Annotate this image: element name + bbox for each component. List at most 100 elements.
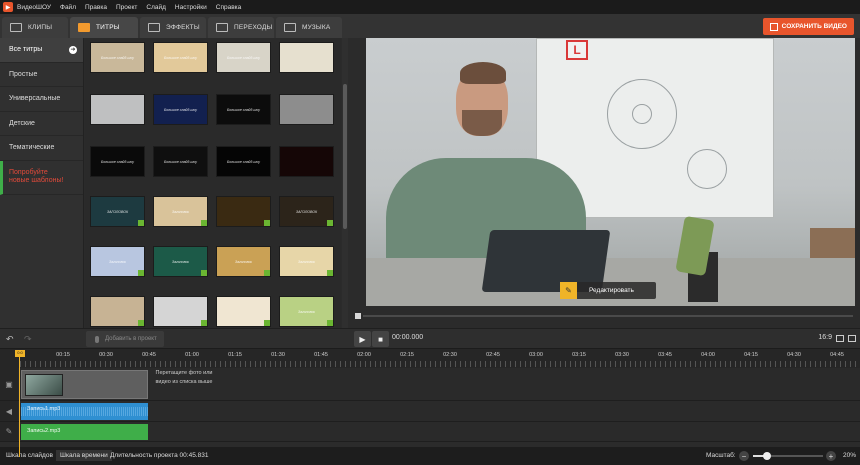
snapshot-icon[interactable] bbox=[836, 335, 844, 342]
template-text: Заголовок bbox=[172, 209, 189, 214]
audio-clip-1[interactable]: Запись1.mp3 bbox=[21, 403, 148, 420]
add-to-project-label: Добавить в проект bbox=[105, 336, 157, 342]
title-template[interactable]: Большое слайд-шоу bbox=[90, 42, 145, 73]
ruler-label: 00:30 bbox=[99, 352, 113, 358]
audio-track-1: ◀ Запись1.mp3 bbox=[0, 401, 860, 422]
speaker-icon: ◀ bbox=[0, 401, 18, 421]
zoom-out-button[interactable]: − bbox=[739, 451, 749, 461]
download-icon[interactable] bbox=[327, 270, 333, 276]
download-icon[interactable] bbox=[201, 320, 207, 326]
title-template[interactable]: ЗАГОЛОВОК bbox=[90, 196, 145, 227]
title-template[interactable]: ЗАГОЛОВОК bbox=[279, 196, 334, 227]
title-template[interactable] bbox=[90, 94, 145, 125]
title-template[interactable]: Большое слайд-шоу bbox=[216, 42, 271, 73]
download-icon[interactable] bbox=[201, 220, 207, 226]
title-template[interactable]: Большое слайд-шоу bbox=[153, 94, 208, 125]
tab-clips[interactable]: КЛИПЫ bbox=[2, 17, 68, 38]
title-template[interactable] bbox=[216, 196, 271, 227]
zoom-slider-knob[interactable] bbox=[763, 452, 771, 460]
download-icon[interactable] bbox=[138, 270, 144, 276]
transitions-icon bbox=[216, 23, 228, 32]
title-template[interactable] bbox=[279, 94, 334, 125]
download-icon[interactable] bbox=[264, 220, 270, 226]
menu-file[interactable]: Файл bbox=[60, 4, 76, 11]
preview-scrubber[interactable] bbox=[355, 313, 855, 319]
title-template[interactable]: Заголовок bbox=[216, 246, 271, 277]
menu-project[interactable]: Проект bbox=[116, 4, 137, 11]
tab-music[interactable]: МУЗЫКА bbox=[276, 17, 342, 38]
category-all[interactable]: Все титры ➜ bbox=[0, 38, 83, 63]
title-template[interactable]: Заголовок bbox=[279, 246, 334, 277]
menu-slide[interactable]: Слайд bbox=[146, 4, 166, 11]
title-template[interactable] bbox=[90, 296, 145, 327]
aspect-ratio[interactable]: 16:9 bbox=[818, 334, 832, 341]
menu-edit[interactable]: Правка bbox=[85, 4, 107, 11]
stop-button[interactable]: ■ bbox=[372, 331, 389, 347]
playhead-marker[interactable]: 0:0 bbox=[15, 350, 25, 357]
tab-transitions[interactable]: ПЕРЕХОДЫ bbox=[208, 17, 274, 38]
title-template[interactable] bbox=[279, 42, 334, 73]
timeline-ruler[interactable]: 0:0 00:15 00:30 00:45 01:00 01:15 01:30 01:45 0… bbox=[0, 348, 860, 457]
edit-button[interactable]: ✎ Редактировать bbox=[560, 282, 656, 299]
category-simple[interactable]: Простые bbox=[0, 63, 83, 87]
title-template[interactable] bbox=[279, 146, 334, 177]
ruler-label: 03:45 bbox=[658, 352, 672, 358]
scrubber-handle[interactable] bbox=[355, 313, 361, 319]
title-template[interactable]: Заголовок bbox=[153, 196, 208, 227]
menu-help[interactable]: Справка bbox=[216, 4, 242, 11]
category-universal[interactable]: Универсальные bbox=[0, 87, 83, 112]
template-text: Большое слайд-шоу bbox=[164, 159, 197, 164]
title-template[interactable] bbox=[153, 296, 208, 327]
templates-scrollbar[interactable] bbox=[342, 38, 348, 328]
scrollbar-thumb[interactable] bbox=[343, 84, 347, 229]
category-all-label: Все титры bbox=[9, 46, 43, 54]
tab-effects[interactable]: ЭФФЕКТЫ bbox=[140, 17, 206, 38]
app-logo-icon: ▶ bbox=[3, 2, 13, 12]
template-text: Заголовок bbox=[298, 259, 315, 264]
title-template[interactable]: Большое слайд-шоу bbox=[153, 42, 208, 73]
category-thematic[interactable]: Тематические bbox=[0, 136, 83, 161]
tab-slides-scale[interactable]: Шкала слайдов bbox=[6, 452, 53, 459]
undo-icon[interactable]: ↶ bbox=[6, 334, 14, 345]
title-template[interactable]: Большое слайд-шоу bbox=[153, 146, 208, 177]
fullscreen-icon[interactable] bbox=[848, 335, 856, 342]
ruler-label: 04:45 bbox=[830, 352, 844, 358]
project-duration: Длительность проекта 00:45.831 bbox=[110, 452, 209, 459]
ruler-label: 04:30 bbox=[787, 352, 801, 358]
download-icon[interactable] bbox=[264, 270, 270, 276]
video-clip[interactable] bbox=[21, 370, 148, 399]
title-template[interactable]: Заголовок bbox=[153, 246, 208, 277]
download-icon[interactable] bbox=[327, 320, 333, 326]
title-template[interactable]: Заголовок bbox=[90, 246, 145, 277]
new-templates-link[interactable]: Попробуйте новые шаблоны! bbox=[0, 160, 83, 195]
play-button[interactable]: ▶ bbox=[354, 331, 371, 347]
download-icon[interactable] bbox=[327, 220, 333, 226]
title-template[interactable]: Заголовок bbox=[279, 296, 334, 327]
template-text: Большое слайд-шоу bbox=[164, 107, 197, 112]
music-icon bbox=[284, 23, 296, 32]
main-toolbar: КЛИПЫ ТИТРЫ ЭФФЕКТЫ ПЕРЕХОДЫ МУЗЫКА СОХР… bbox=[0, 14, 860, 38]
video-preview[interactable]: L bbox=[366, 38, 855, 306]
audio-clip-2[interactable]: Запись2.mp3 bbox=[21, 424, 148, 440]
zoom-label: Масштаб: bbox=[706, 452, 736, 459]
ruler-label: 03:15 bbox=[572, 352, 586, 358]
download-icon[interactable] bbox=[264, 320, 270, 326]
arrow-right-icon: ➜ bbox=[69, 45, 77, 54]
ruler-label: 01:00 bbox=[185, 352, 199, 358]
add-to-project-button[interactable]: Добавить в проект bbox=[86, 331, 164, 347]
download-icon[interactable] bbox=[138, 320, 144, 326]
titles-icon bbox=[78, 23, 90, 32]
zoom-in-button[interactable]: + bbox=[826, 451, 836, 461]
download-icon[interactable] bbox=[138, 220, 144, 226]
tab-time-scale[interactable]: Шкала времени bbox=[56, 450, 112, 461]
download-icon[interactable] bbox=[201, 270, 207, 276]
menu-settings[interactable]: Настройки bbox=[175, 4, 207, 11]
save-video-button[interactable]: СОХРАНИТЬ ВИДЕО bbox=[762, 18, 854, 35]
title-template[interactable]: Большое слайд-шоу bbox=[216, 94, 271, 125]
redo-icon[interactable]: ↷ bbox=[24, 334, 32, 345]
title-template[interactable] bbox=[216, 296, 271, 327]
title-template[interactable]: Большое слайд-шоу bbox=[90, 146, 145, 177]
title-template[interactable]: Большое слайд-шоу bbox=[216, 146, 271, 177]
category-kids[interactable]: Детские bbox=[0, 112, 83, 136]
tab-titles[interactable]: ТИТРЫ bbox=[70, 17, 138, 38]
